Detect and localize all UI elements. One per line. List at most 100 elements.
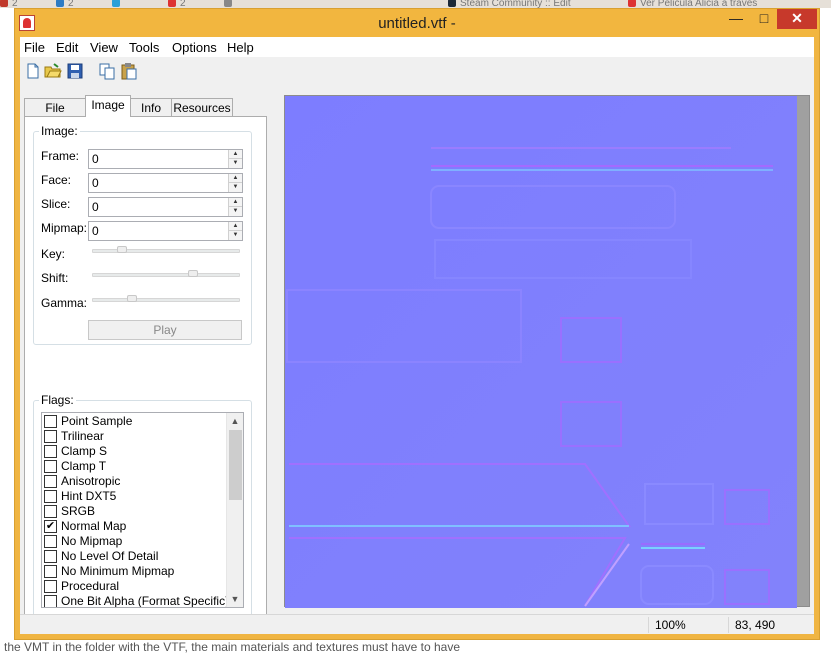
key-slider[interactable] <box>92 246 240 253</box>
status-bar: 100% 83, 490 <box>20 614 814 634</box>
menu-view[interactable]: View <box>90 40 118 55</box>
tab-info[interactable]: Info <box>130 98 172 117</box>
flag-label: Point Sample <box>61 414 133 428</box>
tab-favicon-icon <box>448 0 456 7</box>
title-bar[interactable]: untitled.vtf - — □ ✕ <box>15 9 819 37</box>
spin-down-icon[interactable]: ▼ <box>228 183 242 192</box>
background-tab-label: Steam Community :: Edit <box>460 0 571 8</box>
flag-item[interactable]: No Mipmap <box>44 534 224 549</box>
spin-down-icon[interactable]: ▼ <box>228 207 242 216</box>
flag-item[interactable]: SRGB <box>44 504 224 519</box>
flags-list: Point Sample Trilinear Clamp S Clamp T Aniso… <box>41 412 244 608</box>
checkbox-icon[interactable] <box>44 460 57 473</box>
tab-file-system[interactable]: File System <box>24 98 86 129</box>
face-spinbox[interactable]: 0 ▲ ▼ <box>88 173 243 193</box>
flag-item[interactable]: Point Sample <box>44 414 224 429</box>
spin-up-icon[interactable]: ▲ <box>228 174 242 183</box>
vtfedit-window: untitled.vtf - — □ ✕ File Edit View Tool… <box>14 8 820 640</box>
scrollbar-thumb[interactable] <box>229 430 242 500</box>
background-tab: 2 <box>168 0 186 8</box>
zoom-level: 100% <box>648 617 728 633</box>
checkbox-icon[interactable] <box>44 475 57 488</box>
checkbox-checked-icon[interactable]: ✔ <box>44 520 57 533</box>
menu-file[interactable]: File <box>24 40 45 55</box>
checkbox-icon[interactable] <box>44 445 57 458</box>
spin-down-icon[interactable]: ▼ <box>228 231 242 240</box>
tab-favicon-icon <box>56 0 64 7</box>
scroll-down-icon[interactable]: ▼ <box>227 591 243 607</box>
cursor-coords: 83, 490 <box>728 617 798 633</box>
menu-tools[interactable]: Tools <box>129 40 159 55</box>
menu-edit[interactable]: Edit <box>56 40 78 55</box>
flag-item[interactable]: Hint DXT5 <box>44 489 224 504</box>
flag-item[interactable]: Clamp S <box>44 444 224 459</box>
background-page-text: the VMT in the folder with the VTF, the … <box>0 640 831 656</box>
menu-help[interactable]: Help <box>227 40 254 55</box>
shift-slider[interactable] <box>92 270 240 277</box>
image-viewer[interactable] <box>284 95 810 608</box>
menu-bar: File Edit View Tools Options Help <box>20 37 814 57</box>
key-slider-thumb[interactable] <box>117 246 127 253</box>
face-value[interactable]: 0 <box>92 176 99 190</box>
flag-item[interactable]: No Level Of Detail <box>44 549 224 564</box>
face-label: Face: <box>41 173 72 187</box>
flag-item[interactable]: Anisotropic <box>44 474 224 489</box>
normal-map-texture <box>285 96 797 608</box>
slice-spinbox[interactable]: 0 ▲ ▼ <box>88 197 243 217</box>
checkbox-icon[interactable] <box>44 595 57 607</box>
checkbox-icon[interactable] <box>44 505 57 518</box>
flag-item[interactable]: No Minimum Mipmap <box>44 564 224 579</box>
flag-item[interactable]: One Bit Alpha (Format Specific) <box>44 594 229 607</box>
background-tab-label: 2 <box>68 0 74 8</box>
spin-down-icon[interactable]: ▼ <box>228 159 242 168</box>
checkbox-icon[interactable] <box>44 565 57 578</box>
checkbox-icon[interactable] <box>44 550 57 563</box>
toolbar <box>20 59 814 85</box>
background-tab <box>224 0 236 8</box>
copy-icon[interactable] <box>98 62 116 80</box>
flag-label: Normal Map <box>61 519 127 533</box>
play-button[interactable]: Play <box>88 320 242 340</box>
checkbox-icon[interactable] <box>44 535 57 548</box>
frame-value[interactable]: 0 <box>92 152 99 166</box>
mipmap-spinbox[interactable]: 0 ▲ ▼ <box>88 221 243 241</box>
key-label: Key: <box>41 247 66 261</box>
flag-item[interactable]: Clamp T <box>44 459 224 474</box>
tab-image[interactable]: Image <box>85 95 131 117</box>
paste-icon[interactable] <box>120 62 138 80</box>
tab-resources[interactable]: Resources <box>171 98 233 117</box>
flag-item[interactable]: Procedural <box>44 579 224 594</box>
image-tab-panel: Image: Frame: 0 ▲ ▼ Face: 0 ▲ ▼ Slice: 0… <box>24 116 267 631</box>
mipmap-value[interactable]: 0 <box>92 224 99 238</box>
minimize-button[interactable]: — <box>723 9 749 29</box>
checkbox-icon[interactable] <box>44 490 57 503</box>
tab-favicon-icon <box>168 0 176 7</box>
save-icon[interactable] <box>66 62 84 80</box>
tab-favicon-icon <box>628 0 636 7</box>
image-group-label: Image: <box>39 124 80 138</box>
new-file-icon[interactable] <box>24 62 42 80</box>
maximize-button[interactable]: □ <box>751 9 777 29</box>
slice-value[interactable]: 0 <box>92 200 99 214</box>
spin-up-icon[interactable]: ▲ <box>228 150 242 159</box>
flag-label: No Mipmap <box>61 534 123 548</box>
spin-up-icon[interactable]: ▲ <box>228 222 242 231</box>
flag-item[interactable]: Trilinear <box>44 429 224 444</box>
open-folder-icon[interactable] <box>44 62 62 80</box>
checkbox-icon[interactable] <box>44 415 57 428</box>
frame-spinbox[interactable]: 0 ▲ ▼ <box>88 149 243 169</box>
scroll-up-icon[interactable]: ▲ <box>227 413 243 429</box>
close-button[interactable]: ✕ <box>777 9 817 29</box>
checkbox-icon[interactable] <box>44 580 57 593</box>
checkbox-icon[interactable] <box>44 430 57 443</box>
tab-favicon-icon <box>0 0 8 7</box>
flag-item[interactable]: ✔ Normal Map <box>44 519 224 534</box>
spin-up-icon[interactable]: ▲ <box>228 198 242 207</box>
flags-scrollbar[interactable]: ▲ ▼ <box>226 413 243 607</box>
gamma-slider-thumb[interactable] <box>127 295 137 302</box>
gamma-slider[interactable] <box>92 295 240 302</box>
background-tab-label: 2 <box>180 0 186 8</box>
menu-options[interactable]: Options <box>172 40 217 55</box>
background-tab-label: 2 <box>12 0 18 8</box>
shift-slider-thumb[interactable] <box>188 270 198 277</box>
